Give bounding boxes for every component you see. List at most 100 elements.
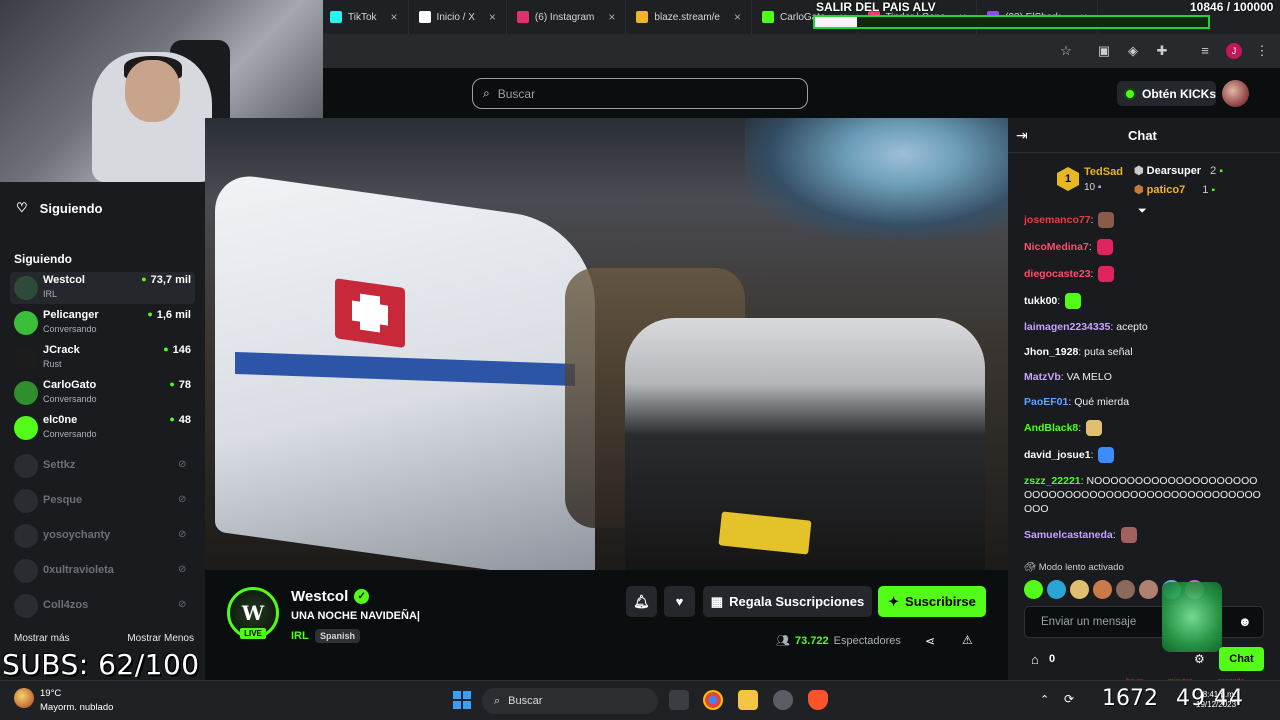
channel-name: 0xultravioleta xyxy=(43,564,114,576)
close-tab-icon[interactable]: × xyxy=(391,10,398,24)
chat-username[interactable]: Jhon_1928 xyxy=(1024,346,1078,358)
channel-name-text: Westcol xyxy=(291,588,349,605)
profile-icon[interactable]: J xyxy=(1226,43,1242,59)
weather-icon[interactable] xyxy=(14,688,34,708)
subscribe-button[interactable]: ✦ Suscribirse xyxy=(878,586,986,617)
chat-send-button[interactable]: Chat xyxy=(1219,647,1264,671)
channel-name: Westcol xyxy=(43,274,85,286)
close-tab-icon[interactable]: × xyxy=(608,10,615,24)
get-kicks-button[interactable]: Obtén KICKs xyxy=(1117,81,1216,106)
app-icon[interactable] xyxy=(773,690,793,710)
channel-name: Coll4zos xyxy=(43,599,89,611)
sidebar-channel-live[interactable]: Pelicanger Conversando 1,6 mil xyxy=(10,307,195,339)
channel-avatar xyxy=(14,559,38,583)
notifications-off-icon: ⊘ xyxy=(178,529,187,540)
channel-avatar xyxy=(14,416,38,440)
gift-bucket-overlay xyxy=(1162,582,1222,652)
follow-heart-button[interactable]: ♥ xyxy=(664,586,695,617)
menu-dots-icon[interactable]: ⋮ xyxy=(1254,43,1270,59)
chat-title: Chat xyxy=(1128,128,1157,143)
sidebar-channel-live[interactable]: CarloGato Conversando 78 xyxy=(10,377,195,409)
file-explorer-icon[interactable] xyxy=(738,690,758,710)
close-tab-icon[interactable]: × xyxy=(489,10,496,24)
clock-date: 19/12/2023 xyxy=(1196,700,1237,709)
chat-username[interactable]: tukk00 xyxy=(1024,295,1057,307)
clock-time: 8:41 p.m. xyxy=(1202,690,1237,699)
quick-emote-row[interactable] xyxy=(1024,580,1269,600)
viewer-number: 73.722 xyxy=(794,634,829,647)
viewer-count: 👥︎ 73.722 Espectadores xyxy=(776,634,901,648)
slow-mode-notice: 🐢︎ Modo lento activado xyxy=(1024,562,1124,573)
top-gifter-name[interactable]: TedSad xyxy=(1084,166,1123,178)
star-icon[interactable]: ☆ xyxy=(1058,43,1074,59)
chat-username[interactable]: NicoMedina7 xyxy=(1024,241,1089,253)
store-icon[interactable]: ⌂ xyxy=(1031,652,1039,667)
browser-tab[interactable]: blaze.stream/e × xyxy=(626,0,753,34)
gifter-badge-icon: ⬢ xyxy=(1134,184,1144,196)
tab-favicon-icon xyxy=(330,11,342,23)
sidebar-channel-live[interactable]: Westcol IRL 73,7 mil xyxy=(10,272,195,304)
sidebar-channel-offline[interactable]: Coll4zos ⊘ xyxy=(10,590,195,622)
chrome-icon[interactable] xyxy=(703,690,723,710)
channel-category: Conversando xyxy=(43,394,97,404)
gift-subs-button[interactable]: ▦ Regala Suscripciones xyxy=(703,586,872,617)
tab-label: TikTok xyxy=(348,11,377,23)
goal-label: SALIR DEL PAIS ALV xyxy=(816,0,936,14)
tray-chevron-icon[interactable]: ⌃ xyxy=(1040,693,1049,706)
collapse-chat-icon[interactable]: ⇥ xyxy=(1016,127,1028,144)
chat-username[interactable]: Samuelcastaneda xyxy=(1024,529,1113,541)
chat-username[interactable]: laimagen2234335 xyxy=(1024,321,1110,333)
report-icon[interactable]: ⚠ xyxy=(962,633,973,647)
system-clock[interactable]: 8:41 p.m. 19/12/2023 xyxy=(1196,690,1236,710)
search-input[interactable]: ⌕ Buscar xyxy=(472,78,808,109)
screen-icon[interactable]: ▣ xyxy=(1096,43,1112,59)
sync-icon[interactable]: ⟳ xyxy=(1064,692,1074,706)
close-tab-icon[interactable]: × xyxy=(734,10,741,24)
brave-icon[interactable] xyxy=(808,690,828,710)
chat-input[interactable]: Enviar un mensaje xyxy=(1024,606,1264,638)
channel-viewers: 146 xyxy=(163,344,191,356)
sidebar-channel-offline[interactable]: Pesque ⊘ xyxy=(10,485,195,517)
video-player[interactable] xyxy=(205,118,1008,570)
chat-username[interactable]: diegocaste23 xyxy=(1024,268,1091,280)
chat-username[interactable]: PaoEF01 xyxy=(1024,396,1068,408)
emoji-icon[interactable]: ☻ xyxy=(1238,614,1252,629)
chat-username[interactable]: MatzVb xyxy=(1024,371,1061,383)
user-avatar[interactable] xyxy=(1222,80,1249,107)
show-less-button[interactable]: Mostrar Menos xyxy=(127,633,194,644)
sidebar-channel-live[interactable]: elc0ne Conversando 48 xyxy=(10,412,195,444)
playlist-icon[interactable]: ≡ xyxy=(1197,43,1213,59)
gifter-3[interactable]: ⬢ patico7 1 ▪ xyxy=(1134,183,1215,196)
subs-goal-overlay: SUBS: 62/100 xyxy=(2,648,200,681)
windows-start-icon[interactable] xyxy=(453,691,471,709)
extension-icon[interactable]: ◈ xyxy=(1125,43,1141,59)
stream-category[interactable]: IRL xyxy=(291,630,309,642)
chat-message: AndBlack8: xyxy=(1024,420,1264,436)
show-more-button[interactable]: Mostrar más xyxy=(14,633,70,644)
share-icon[interactable]: ⋖ xyxy=(925,634,935,648)
tab-label: (6) Instagram xyxy=(534,11,595,23)
gifter-2[interactable]: ⬢ Dearsuper 2 ▪ xyxy=(1134,164,1223,177)
browser-tab[interactable]: TikTok × xyxy=(320,0,409,34)
chat-settings-icon[interactable]: ⚙ xyxy=(1194,652,1205,666)
browser-tab[interactable]: (6) Instagram × xyxy=(507,0,627,34)
channel-name[interactable]: Westcol ✓ xyxy=(291,588,370,605)
sidebar-channel-offline[interactable]: 0xultravioleta ⊘ xyxy=(10,555,195,587)
sidebar-channel-offline[interactable]: yosoychanty ⊘ xyxy=(10,520,195,552)
puzzle-icon[interactable]: ✚ xyxy=(1154,43,1170,59)
weather-temperature: 19°C xyxy=(40,688,62,699)
taskbar-search[interactable]: ⌕ Buscar xyxy=(482,688,658,714)
notification-bell-button[interactable]: 🔔︎ xyxy=(626,586,657,617)
chat-username[interactable]: david_josue1 xyxy=(1024,449,1091,461)
sidebar-channel-live[interactable]: JCrack Rust 146 xyxy=(10,342,195,374)
task-view-icon[interactable] xyxy=(669,690,689,710)
chat-message: PaoEF01: Qué mierda xyxy=(1024,396,1130,408)
language-tag[interactable]: Spanish xyxy=(315,629,361,643)
chat-username[interactable]: zszz_22221 xyxy=(1024,475,1081,487)
show-more-row: Mostrar más Mostrar Menos xyxy=(14,633,194,644)
browser-tab[interactable]: Inicio / X × xyxy=(409,0,507,34)
sidebar-channel-offline[interactable]: Settkz ⊘ xyxy=(10,450,195,482)
chat-username[interactable]: josemanco77 xyxy=(1024,214,1091,226)
sidebar-header[interactable]: ♡ Siguiendo xyxy=(16,200,103,216)
chat-username[interactable]: AndBlack8 xyxy=(1024,422,1078,434)
